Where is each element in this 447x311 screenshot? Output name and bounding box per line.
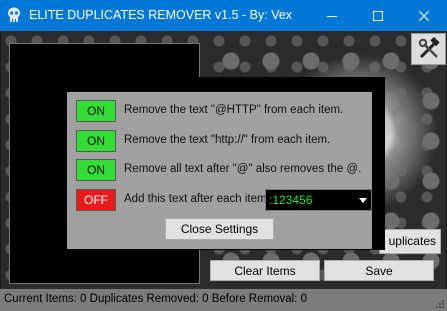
- save-button[interactable]: Save: [324, 260, 434, 281]
- close-settings-button[interactable]: Close Settings: [165, 218, 274, 240]
- close-icon: [419, 10, 429, 21]
- remove-duplicates-button[interactable]: uplicates: [379, 229, 441, 254]
- suffix-value: :123456: [269, 193, 313, 207]
- chevron-down-icon: [359, 197, 367, 203]
- remove-duplicates-label: uplicates: [388, 234, 436, 248]
- hammer-wrench-icon: [418, 37, 440, 59]
- clear-items-button[interactable]: Clear Items: [210, 260, 320, 281]
- maximize-icon: [373, 10, 383, 21]
- settings-panel: ON Remove the text "@HTTP" from each ite…: [67, 92, 372, 249]
- toggle-remove-at-http[interactable]: ON: [76, 100, 116, 122]
- settings-button[interactable]: [411, 33, 446, 65]
- minimize-icon: [327, 15, 337, 17]
- dropdown-arrow-button[interactable]: [355, 190, 371, 210]
- toggle-add-suffix[interactable]: OFF: [76, 189, 116, 211]
- status-text: Current Items: 0 Duplicates Removed: 0 B…: [4, 293, 307, 305]
- resize-grip-icon[interactable]: [435, 299, 445, 309]
- toggle-remove-http[interactable]: ON: [76, 130, 116, 152]
- close-button[interactable]: [401, 0, 447, 31]
- setting-label: Add this text after each item: [124, 193, 267, 205]
- setting-label: Remove the text "@HTTP" from each item.: [124, 104, 344, 116]
- maximize-button[interactable]: [355, 0, 401, 31]
- setting-label: Remove all text after "@" also removes t…: [124, 163, 362, 175]
- status-bar: Current Items: 0 Duplicates Removed: 0 B…: [0, 289, 447, 311]
- setting-label: Remove the text "http://" from each item…: [124, 134, 331, 146]
- minimize-button[interactable]: [309, 0, 355, 31]
- skull-icon: [8, 7, 20, 22]
- toggle-remove-after-at[interactable]: ON: [76, 159, 116, 181]
- suffix-combobox[interactable]: :123456: [265, 189, 372, 211]
- title-bar[interactable]: ELITE DUPLICATES REMOVER v1.5 - By: Vex: [0, 0, 447, 31]
- window-title: ELITE DUPLICATES REMOVER v1.5 - By: Vex: [29, 8, 293, 22]
